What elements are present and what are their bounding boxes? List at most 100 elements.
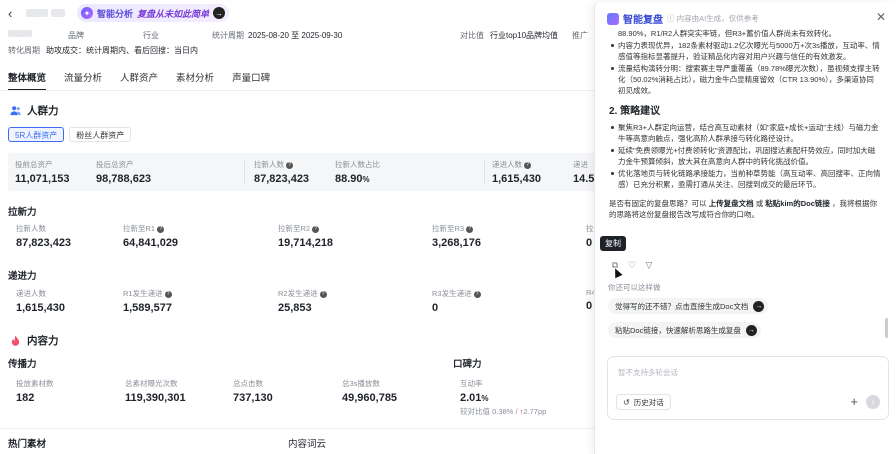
spread-clicks: 总点击数 737,130: [233, 379, 273, 404]
also-ask-label: 你还可以这样做: [608, 283, 661, 292]
interaction-rate: 互动率 2.01% 较对比值 0.38% / ↑2.77pp: [460, 379, 547, 416]
tab-traffic[interactable]: 流量分析: [64, 70, 102, 86]
crowd-title-text: 人群力: [27, 105, 59, 117]
arrow-right-icon: →: [753, 300, 765, 312]
conversion-period-label: 转化周期: [8, 46, 40, 55]
help-icon: ?: [157, 225, 165, 233]
brand-name-blurred-2: [51, 9, 65, 17]
strategy-heading: 2. 策略建议: [609, 106, 661, 117]
ai-answer-content: 88.90%，R1/R2人群突实率链，但R3+蓄价值人群尚未有效转化。 内容力表…: [609, 28, 881, 220]
ai-logo-icon: [607, 12, 619, 25]
chat-input-box[interactable]: 暂不支持多轮会话 ↺ 历史对话 + ↑: [607, 356, 889, 420]
thumbs-down-icon[interactable]: ▽: [644, 260, 654, 270]
tab-voice[interactable]: 声量口碑: [232, 70, 270, 86]
arrow-right-icon: →: [213, 7, 226, 19]
pull-to-r4: 拉0: [586, 224, 594, 249]
summary-post-assets: 投后总资产 98,788,623: [96, 160, 152, 185]
back-arrow-icon[interactable]: ‹: [8, 6, 22, 21]
paste-doc-link[interactable]: 粘贴kim的Doc链接: [765, 199, 830, 208]
help-icon: ?: [319, 290, 327, 298]
report-meta-row: 品牌 行业 统计周期 2025-08-20 至 2025-09-30 对比值 行…: [0, 30, 600, 42]
crowd-section-title: 人群力: [10, 103, 59, 118]
strategy-item: 优化落地页与转化链路承接能力，当前种草势能（高互动率、高回搜率、正向情感）已充分…: [609, 168, 881, 190]
pull-to-r1: 拉新至R1? 64,841,029: [123, 224, 179, 249]
push-total: 递进人数 1,615,430: [16, 289, 65, 314]
upload-doc-link[interactable]: 上传复盘文档: [709, 199, 754, 208]
answer-item: 88.90%，R1/R2人群突实率链，但R3+蓄价值人群尚未有效转化。: [618, 29, 837, 38]
people-icon: [10, 106, 21, 116]
arrow-right-icon: →: [745, 324, 757, 336]
report-page: ‹ ✦ 智能分析 复盘从未如此简单 → 品牌 行业 统计周期 2025-08-2…: [0, 0, 896, 454]
history-icon: ↺: [623, 397, 630, 407]
answer-item: 内容力表现优异，182条素材驱动1.2亿次曝光与5000万+次3s播放，互动率、…: [609, 40, 881, 62]
history-button[interactable]: ↺ 历史对话: [616, 394, 671, 410]
summary-advance-users: 递进人数? 1,615,430: [492, 160, 541, 185]
answer-item: 流量结构演转分明：搜索赛主导严重覆盖（89.78%曝光次数），虽视频支撑主转化（…: [609, 63, 881, 96]
strategy-item: 延续"免费领曝光+付费领转化"资源配比，巩固搜达素配杆势效应，同时加大磁力金牛预…: [609, 145, 881, 167]
chip-fan-assets[interactable]: 粉丝人群资产: [69, 127, 132, 142]
tab-crowd-assets[interactable]: 人群资产: [120, 70, 158, 86]
blurred-label: [8, 30, 32, 39]
suggestion-parse-doc-link[interactable]: 粘贴Doc链接，快速解析思路生成复盘 →: [608, 322, 761, 338]
suggestion-generate-doc[interactable]: 觉得写的还不错？点击直接生成Doc文档 →: [608, 298, 769, 314]
push-r1: R1发生递进? 1,589,577: [123, 289, 172, 314]
pull-to-r3: 拉新至R3? 3,268,176: [432, 224, 481, 249]
summary-divider: [244, 160, 245, 184]
spread-material-count: 投放素材数 182: [16, 379, 54, 404]
thumbs-up-icon[interactable]: ♡: [627, 260, 637, 270]
hot-material-title: 热门素材: [8, 439, 47, 450]
industry-label: 行业: [143, 31, 159, 40]
push-r3: R3发生递进? 0: [432, 288, 481, 314]
pull-total: 拉新人数 87,823,423: [16, 224, 72, 249]
help-icon: ?: [286, 161, 293, 169]
help-icon: ?: [312, 225, 320, 233]
summary-divider-2: [484, 160, 485, 184]
flame-icon: [11, 335, 20, 346]
summary-new-user-ratio: 拉新人数占比 88.90%: [335, 160, 380, 185]
copy-tooltip: 复制: [600, 236, 626, 251]
conversion-period-row: 转化周期 助攻成交：统计周期内、看后回搜：当日内: [8, 45, 198, 56]
pull-to-r2: 拉新至R2? 19,714,218: [278, 224, 334, 249]
summary-advance-ratio: 递进 14.5: [573, 160, 595, 185]
help-icon: ?: [164, 290, 172, 298]
ai-analysis-pill[interactable]: ✦ 智能分析 复盘从未如此简单 →: [77, 4, 230, 22]
period-value: 2025-08-20 至 2025-09-30: [248, 31, 343, 40]
brand-name-blurred: [26, 9, 48, 17]
tab-divider: [0, 90, 600, 91]
close-icon[interactable]: ✕: [876, 10, 886, 24]
compare-label: 对比值: [460, 31, 484, 40]
ai-disclaimer: ⓘ 内容由AI生成，仅供参考: [667, 14, 759, 23]
content-section-title: 内容力: [10, 333, 59, 348]
pull-new-title: 拉新力: [8, 207, 37, 218]
closing-message: 是否有固定的复盘思路？可以 上传复盘文档 或 粘贴kim的Doc链接 ，我将根据…: [609, 199, 877, 219]
period-label: 统计周期: [212, 31, 244, 40]
panel-header: 智能复盘 ⓘ 内容由AI生成，仅供参考: [607, 11, 759, 26]
plus-icon[interactable]: +: [850, 394, 858, 409]
crowd-summary-strip: 投前总资产 11,071,153 投后总资产 98,788,623 拉新人数? 87,…: [8, 153, 600, 191]
section-divider: [0, 428, 600, 429]
promo-label: 推广: [572, 31, 588, 40]
word-cloud-title: 内容词云: [288, 439, 327, 450]
send-icon[interactable]: ↑: [866, 395, 880, 409]
tab-overview[interactable]: 整体概览: [8, 70, 47, 91]
ai-pill-slogan: 复盘从未如此简单: [137, 8, 210, 19]
panel-scrollbar[interactable]: [885, 318, 888, 338]
sparkle-icon: ✦: [81, 7, 93, 19]
input-placeholder: 暂不支持多轮会话: [618, 368, 678, 377]
help-icon: ?: [473, 290, 481, 298]
panel-title: 智能复盘: [623, 15, 663, 26]
content-title-text: 内容力: [27, 335, 59, 347]
help-icon: ?: [466, 225, 474, 233]
main-tabs: 整体概览 流量分析 人群资产 素材分析 声量口碑: [8, 70, 288, 91]
spread-exposure: 总素材曝光次数 119,390,301: [125, 379, 186, 404]
chip-5r-assets[interactable]: 5R人群资产: [8, 127, 65, 142]
brand-label: 品牌: [68, 31, 84, 40]
word-of-mouth-title: 口碑力: [453, 359, 482, 370]
spread-3s-plays: 总3s播放数 49,960,785: [342, 379, 398, 404]
spread-title: 传播力: [8, 359, 37, 370]
strategy-item: 聚焦R3+人群定向运营，结合高互动素材（如"家庭+成长+运动"主线）与磁力金牛等…: [609, 122, 881, 144]
ai-pill-title: 智能分析: [97, 8, 134, 19]
summary-pre-assets: 投前总资产 11,071,153: [15, 160, 70, 185]
tab-material[interactable]: 素材分析: [176, 70, 214, 86]
compare-value: 行业top10品牌均值: [490, 31, 559, 40]
